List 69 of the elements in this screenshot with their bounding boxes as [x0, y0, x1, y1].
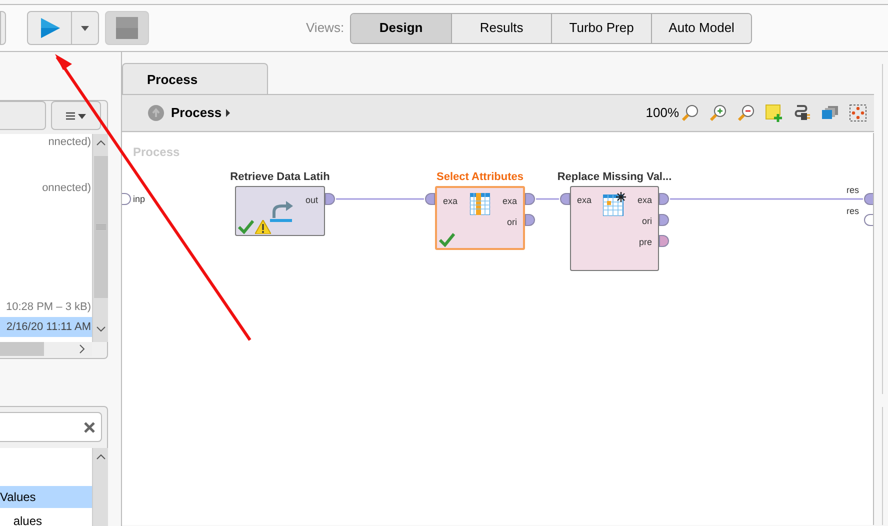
search-field[interactable]	[0, 412, 102, 442]
port[interactable]	[122, 193, 131, 205]
repository-entry[interactable]: nnected)	[48, 134, 92, 152]
port[interactable]	[325, 193, 335, 205]
process-tab[interactable]: Process	[122, 63, 268, 95]
port[interactable]	[525, 214, 535, 226]
port[interactable]	[659, 193, 669, 205]
port-label: res	[846, 205, 859, 218]
port-label: ori	[506, 216, 517, 229]
scrollbar-thumb[interactable]	[94, 156, 108, 298]
operator-title: Replace Missing Val...	[557, 170, 672, 185]
operator-title: Select Attributes	[436, 170, 524, 185]
operator-node[interactable]: exa exa ori	[435, 186, 525, 250]
repository-entry[interactable]: 2/16/20 11:11 AM	[0, 317, 92, 337]
port[interactable]	[525, 193, 535, 205]
port[interactable]	[864, 214, 873, 226]
table-icon	[470, 193, 490, 215]
menu-icon	[66, 112, 86, 120]
vertical-scrollbar[interactable]	[92, 134, 108, 342]
port-label: exa	[502, 195, 517, 208]
caret-icon	[81, 26, 89, 30]
view-tab[interactable]: Turbo Prep	[551, 14, 652, 42]
plug-icon[interactable]	[793, 104, 811, 122]
toolbar-button[interactable]	[0, 11, 6, 45]
vertical-scrollbar[interactable]	[92, 448, 108, 526]
zoom-level: 100%	[646, 104, 679, 122]
port[interactable]	[425, 193, 435, 205]
port[interactable]	[560, 193, 570, 205]
operator-list-item[interactable]: Values	[0, 486, 92, 508]
port[interactable]	[659, 235, 669, 247]
clear-icon[interactable]	[84, 422, 95, 432]
scroll-up-icon	[96, 454, 106, 460]
operator-node[interactable]: out	[235, 186, 325, 236]
zoom-in-icon[interactable]	[709, 104, 727, 122]
menu-button[interactable]	[51, 101, 101, 130]
breadcrumb-link[interactable]: Process	[171, 103, 222, 123]
view-tab[interactable]: Auto Model	[651, 14, 752, 42]
view-tab[interactable]: Design	[351, 14, 452, 42]
scroll-down-icon	[96, 326, 106, 332]
play-icon	[38, 17, 60, 39]
port-label: exa	[577, 194, 592, 207]
auto-arrange-icon[interactable]	[849, 104, 867, 122]
layers-icon[interactable]	[821, 104, 839, 122]
port[interactable]	[864, 193, 873, 205]
stop-icon	[116, 17, 138, 39]
caret-right-icon	[226, 109, 230, 117]
table-icon	[602, 192, 626, 216]
repository-entry[interactable]: 10:28 PM – 3 kB)	[6, 297, 92, 317]
repository-entry[interactable]: onnected)	[42, 178, 92, 198]
port-label: res	[846, 184, 859, 197]
zoom-out-icon[interactable]	[737, 104, 755, 122]
port-label: inp	[133, 193, 146, 206]
scroll-up-icon	[96, 140, 106, 146]
scroll-right-icon	[79, 344, 85, 354]
port-label: out	[305, 194, 318, 207]
operator-list-item[interactable]: alues	[13, 510, 92, 526]
retrieve-icon	[270, 201, 294, 223]
port-label: pre	[638, 236, 652, 249]
zoom-reset-icon[interactable]	[681, 104, 699, 122]
view-tab[interactable]: Results	[451, 14, 552, 42]
operator-title: Retrieve Data Latih	[230, 170, 330, 185]
port[interactable]	[659, 214, 669, 226]
views-label: Views:	[306, 19, 344, 38]
operator-node[interactable]: exa exa ori pre	[570, 186, 659, 271]
scrollbar-thumb[interactable]	[0, 342, 44, 356]
port-label: exa	[637, 194, 652, 207]
add-note-icon[interactable]	[765, 104, 783, 122]
port-label: ori	[642, 215, 652, 228]
port-label: exa	[443, 195, 458, 208]
